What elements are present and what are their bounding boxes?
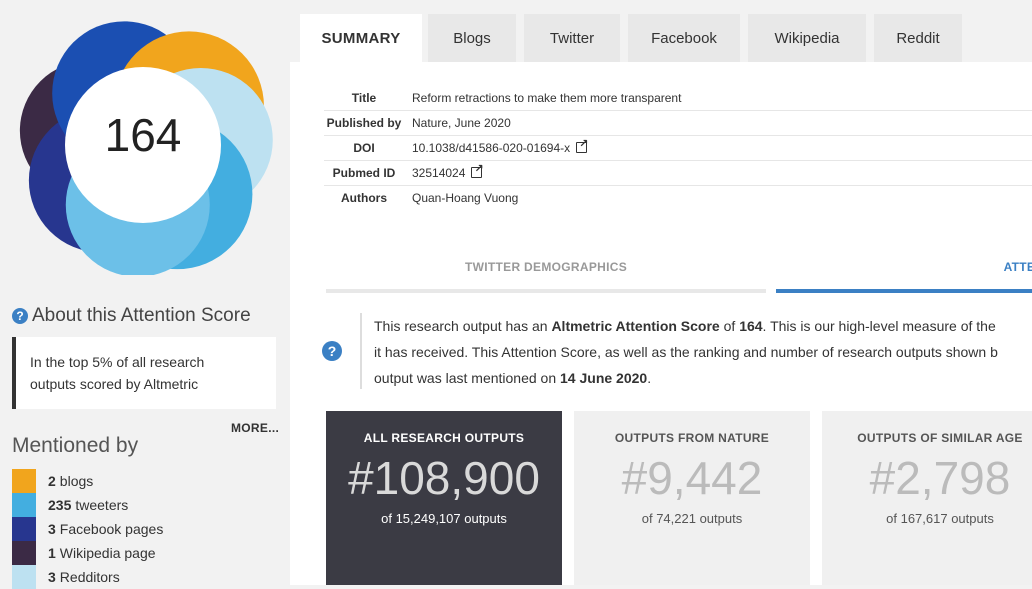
title-value: Reform retractions to make them more tra… [404, 86, 1032, 111]
desc-text: This research output has an [374, 318, 552, 334]
rank-box-title: OUTPUTS FROM NATURE [614, 431, 770, 445]
mention-facebook[interactable]: 3 Facebook pages [12, 517, 163, 541]
mention-label: Wikipedia page [59, 545, 156, 561]
rank-total: of 15,249,107 outputs [381, 511, 507, 526]
mention-label: blogs [59, 473, 94, 489]
description-line: output was last mentioned on 14 June 202… [374, 365, 1032, 389]
pubmed-label: Pubmed ID [324, 160, 404, 186]
desc-text: . This is our high-level measure of the [762, 318, 996, 334]
mention-count: 3 [48, 569, 56, 585]
mention-count: 1 [48, 545, 56, 561]
desc-text: . [647, 370, 652, 386]
rank-box-title: ALL RESEARCH OUTPUTS [363, 431, 525, 445]
authors-label: Authors [341, 191, 387, 205]
mention-label: tweeters [75, 497, 129, 513]
tab-summary[interactable]: SUMMARY [300, 14, 422, 62]
left-panel: 164 ? About this Attention Score In the t… [0, 0, 290, 589]
tab-attention-score[interactable]: ATTENTION S [776, 255, 1032, 293]
facebook-color-swatch [12, 517, 36, 541]
mention-wikipedia[interactable]: 1 Wikipedia page [12, 541, 163, 565]
rank-box-title: OUTPUTS OF SIMILAR AGE [857, 431, 1023, 445]
rank-total: of 74,221 outputs [641, 511, 743, 526]
mention-count: 3 [48, 521, 56, 537]
desc-bold: Altmetric Attention Score [551, 318, 720, 334]
attention-tab-label: ATTENTION S [1003, 260, 1032, 274]
external-link-icon[interactable] [576, 137, 588, 153]
about-score-heading[interactable]: ? About this Attention Score [12, 305, 251, 327]
tab-twitter[interactable]: Twitter [524, 14, 620, 62]
rank-number: #9,442 [621, 452, 763, 504]
mention-label: Facebook pages [59, 521, 164, 537]
rank-box-similar-age[interactable]: OUTPUTS OF SIMILAR AGE #2,798 of 167,617… [822, 411, 1032, 585]
authors-value: Quan-Hoang Vuong [412, 191, 519, 205]
desc-text: output was last mentioned on [374, 370, 561, 386]
attention-score: 164 [104, 109, 182, 161]
rank-box-all-outputs[interactable]: ALL RESEARCH OUTPUTS #108,900 of 15,249,… [326, 411, 562, 585]
subtab-bar: TWITTER DEMOGRAPHICS ATTENTION S [326, 255, 1032, 293]
rank-total: of 167,617 outputs [886, 511, 994, 526]
blogs-color-swatch [12, 469, 36, 493]
reddit-color-swatch [12, 565, 36, 589]
rank-number: #2,798 [869, 452, 1011, 504]
more-link[interactable]: MORE... [231, 421, 279, 435]
mention-blogs[interactable]: 2 blogs [12, 469, 163, 493]
desc-bold: 14 June 2020 [560, 370, 648, 386]
doi-label: DOI [324, 135, 404, 161]
score-description: This research output has an Altmetric At… [360, 313, 1032, 389]
metadata-table: Title Reform retractions to make them mo… [324, 86, 1032, 210]
tab-reddit[interactable]: Reddit [874, 14, 962, 62]
about-text-line: In the top 5% of all research [30, 354, 205, 370]
external-link-icon[interactable] [471, 162, 484, 178]
mention-label: Redditors [59, 569, 120, 585]
pubmed-cell: 32514024 [404, 160, 1032, 186]
description-line: This research output has an Altmetric At… [374, 313, 1032, 339]
tab-facebook[interactable]: Facebook [628, 14, 740, 62]
rank-number: #108,900 [348, 452, 540, 504]
table-row: Published by Nature, June 2020 [324, 110, 1032, 136]
about-score-box: In the top 5% of all research outputs sc… [12, 337, 276, 409]
desc-bold: 164 [739, 318, 763, 334]
about-score-title: About this Attention Score [32, 305, 251, 326]
mention-count: 235 [48, 497, 72, 513]
rank-box-nature[interactable]: OUTPUTS FROM NATURE #9,442 of 74,221 out… [574, 411, 810, 585]
tab-bar: SUMMARY Blogs Twitter Facebook Wikipedia… [290, 0, 1032, 62]
tab-blogs[interactable]: Blogs [428, 14, 516, 62]
desc-text: of [719, 318, 740, 334]
about-text-line: outputs scored by Altmetric [30, 376, 199, 392]
tweeters-color-swatch [12, 493, 36, 517]
mentions-list: 2 blogs 235 tweeters 3 Facebook pages 1 … [12, 469, 163, 589]
doi-cell: 10.1038/d41586-020-01694-x [404, 135, 1032, 161]
mention-tweeters[interactable]: 235 tweeters [12, 493, 163, 517]
tab-twitter-demographics[interactable]: TWITTER DEMOGRAPHICS [326, 255, 766, 293]
description-line: it has received. This Attention Score, a… [374, 344, 998, 360]
doi-link[interactable]: 10.1038/d41586-020-01694-x [412, 141, 570, 155]
table-row: DOI 10.1038/d41586-020-01694-x [324, 135, 1032, 161]
pubmed-link[interactable]: 32514024 [412, 166, 465, 180]
published-label: Published by [324, 110, 404, 136]
table-row: Authors Quan-Hoang Vuong [324, 186, 1032, 211]
published-value: Nature, June 2020 [404, 110, 1032, 136]
main-panel: SUMMARY Blogs Twitter Facebook Wikipedia… [290, 0, 1032, 585]
question-icon[interactable]: ? [12, 308, 28, 324]
mention-count: 2 [48, 473, 56, 489]
tab-wikipedia[interactable]: Wikipedia [748, 14, 866, 62]
title-label: Title [324, 86, 404, 111]
table-row: Title Reform retractions to make them mo… [324, 86, 1032, 111]
table-row: Pubmed ID 32514024 [324, 160, 1032, 186]
wikipedia-color-swatch [12, 541, 36, 565]
mention-reddit[interactable]: 3 Redditors [12, 565, 163, 589]
mentioned-by-title: Mentioned by [12, 434, 139, 457]
question-icon[interactable]: ? [322, 341, 342, 361]
